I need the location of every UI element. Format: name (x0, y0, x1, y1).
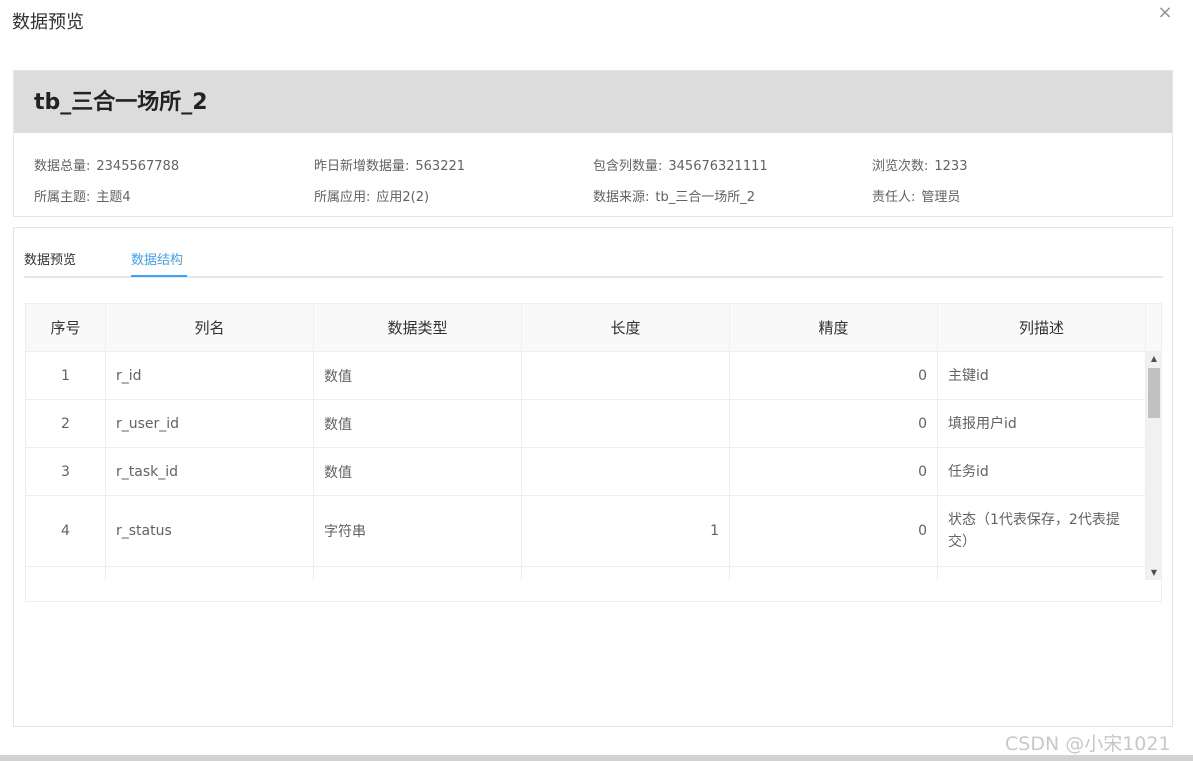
info-value: 管理员 (921, 190, 961, 205)
cell-no: 4 (26, 496, 106, 566)
cell-column-name: r_task_id (106, 448, 314, 495)
info-label: 所属应用: (314, 190, 371, 205)
info-label: 所属主题: (34, 190, 91, 205)
table-info-card: tb_三合一场所_2 数据总量: 2345567788 昨日新增数据量: 56322… (13, 70, 1173, 217)
table-row[interactable]: 4 r_status 字符串 1 0 状态（1代表保存，2代表提交） (26, 496, 1146, 567)
cell-description: 状态（1代表保存，2代表提交） (938, 496, 1146, 566)
info-item-yesterday-new: 昨日新增数据量: 563221 (314, 155, 465, 174)
cell-data-type: 数值 (314, 400, 522, 447)
cell-length (522, 567, 730, 580)
cell-length (522, 352, 730, 399)
info-item-app: 所属应用: 应用2(2) (314, 186, 429, 205)
watermark: CSDN @小宋1021 (1005, 733, 1171, 755)
table-header: 序号 列名 数据类型 长度 精度 列描述 (26, 304, 1146, 352)
cell-no: 3 (26, 448, 106, 495)
info-value: 应用2(2) (376, 190, 430, 205)
cell-column-name: r_status (106, 496, 314, 566)
header-data-type: 数据类型 (314, 304, 522, 352)
header-length: 长度 (522, 304, 730, 352)
info-label: 责任人: (872, 190, 916, 205)
cell-no (26, 567, 106, 580)
cell-precision: 0 (730, 448, 938, 495)
header-column-name: 列名 (106, 304, 314, 352)
info-label: 包含列数量: (593, 159, 663, 174)
cell-length (522, 448, 730, 495)
info-grid: 数据总量: 2345567788 昨日新增数据量: 563221 包含列数量: 345… (14, 133, 1172, 217)
cell-column-name: r_id (106, 352, 314, 399)
close-icon[interactable]: × (1156, 4, 1174, 22)
header-scroll-gutter (1146, 304, 1161, 352)
scrollbar-thumb[interactable] (1148, 368, 1160, 418)
cell-data-type: 数值 (314, 448, 522, 495)
cell-data-type: 字符串 (314, 496, 522, 566)
cell-description: 填报用户id (938, 400, 1146, 447)
header-precision: 精度 (730, 304, 938, 352)
info-item-views: 浏览次数: 1233 (872, 155, 967, 174)
info-value: tb_三合一场所_2 (655, 190, 756, 205)
table-name: tb_三合一场所_2 (34, 90, 208, 115)
table-row[interactable]: 3 r_task_id 数值 0 任务id (26, 448, 1146, 496)
info-item-source: 数据来源: tb_三合一场所_2 (593, 186, 755, 205)
info-value: 1233 (934, 159, 968, 174)
cell-description: 主键id (938, 352, 1146, 399)
cell-length: 1 (522, 496, 730, 566)
info-value: 主题4 (96, 190, 131, 205)
info-label: 浏览次数: (872, 159, 929, 174)
cell-data-type: 数值 (314, 352, 522, 399)
cell-data-type (314, 567, 522, 580)
info-item-total: 数据总量: 2345567788 (34, 155, 179, 174)
info-value: 2345567788 (96, 159, 180, 174)
info-header: tb_三合一场所_2 (14, 71, 1172, 133)
info-item-column-count: 包含列数量: 345676321111 (593, 155, 768, 174)
info-value: 563221 (415, 159, 466, 174)
table-scrollbar[interactable]: ▲ ▼ (1146, 352, 1161, 580)
tab-bar: 数据预览 数据结构 (24, 228, 1163, 278)
info-item-owner: 责任人: 管理员 (872, 186, 960, 205)
active-tab-indicator (131, 275, 187, 277)
data-panel: 数据预览 数据结构 序号 列名 数据类型 长度 精度 列描述 1 r_id 数值… (13, 227, 1173, 727)
cell-precision: 0 (730, 352, 938, 399)
scroll-up-icon[interactable]: ▲ (1146, 352, 1161, 366)
dialog-title: 数据预览 (12, 12, 84, 33)
scroll-down-icon[interactable]: ▼ (1146, 566, 1161, 580)
cell-no: 1 (26, 352, 106, 399)
cell-length (522, 400, 730, 447)
table-row[interactable] (26, 567, 1146, 580)
info-value: 345676321111 (668, 159, 768, 174)
structure-table: 序号 列名 数据类型 长度 精度 列描述 1 r_id 数值 0 主键id 2 … (25, 303, 1162, 602)
cell-no: 2 (26, 400, 106, 447)
cell-description: 任务id (938, 448, 1146, 495)
cell-precision: 0 (730, 400, 938, 447)
info-label: 昨日新增数据量: (314, 159, 410, 174)
cell-precision (730, 567, 938, 580)
header-no: 序号 (26, 304, 106, 352)
cell-column-name (106, 567, 314, 580)
tab-data-preview[interactable]: 数据预览 (24, 249, 76, 268)
info-label: 数据总量: (34, 159, 91, 174)
info-label: 数据来源: (593, 190, 650, 205)
table-body[interactable]: 1 r_id 数值 0 主键id 2 r_user_id 数值 0 填报用户id… (26, 352, 1146, 580)
info-item-topic: 所属主题: 主题4 (34, 186, 131, 205)
cell-description (938, 567, 1146, 580)
tab-data-structure[interactable]: 数据结构 (131, 249, 183, 268)
header-description: 列描述 (938, 304, 1146, 352)
table-row[interactable]: 1 r_id 数值 0 主键id (26, 352, 1146, 400)
cell-precision: 0 (730, 496, 938, 566)
cell-column-name: r_user_id (106, 400, 314, 447)
table-row[interactable]: 2 r_user_id 数值 0 填报用户id (26, 400, 1146, 448)
